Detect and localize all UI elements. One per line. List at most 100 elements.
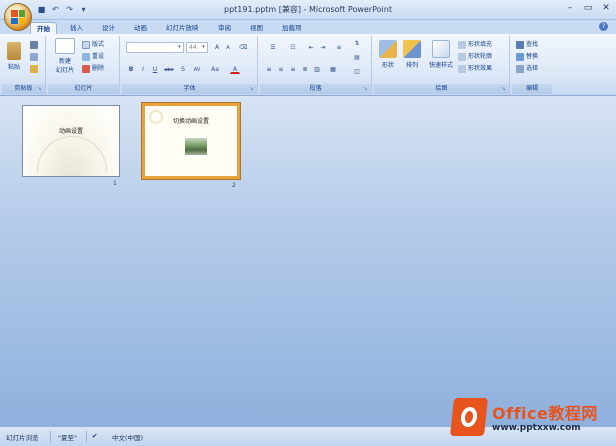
- strikethrough-button[interactable]: abe: [162, 64, 176, 74]
- shrink-font-button[interactable]: A: [223, 42, 233, 52]
- char-spacing-button[interactable]: AV: [190, 64, 204, 74]
- shapes-button[interactable]: 形状: [378, 40, 398, 69]
- italic-button[interactable]: I: [138, 64, 148, 74]
- arrange-icon: [403, 40, 421, 58]
- group-label-font: 字体: [122, 84, 257, 94]
- tab-view[interactable]: 视图: [244, 22, 269, 34]
- align-left-icon[interactable]: ≡: [264, 64, 274, 74]
- clear-format-icon[interactable]: ⌫: [238, 42, 248, 52]
- tab-addins[interactable]: 加载项: [276, 22, 308, 34]
- shape-outline-button[interactable]: 形状轮廓: [458, 52, 492, 62]
- layout-icon: [82, 40, 90, 49]
- outline-icon: [458, 52, 466, 61]
- columns-icon[interactable]: ▦: [326, 64, 340, 74]
- new-slide-button[interactable]: 新建 幻灯片: [52, 38, 78, 74]
- increase-indent-icon[interactable]: ⇥: [318, 42, 328, 52]
- status-view: 幻灯片浏览: [6, 434, 39, 442]
- watermark: Office教程网 www.pptxxw.com: [450, 398, 612, 442]
- group-drawing: 形状 排列 快速样式 形状填充 形状轮廓 形状效果 绘图 ↘: [374, 36, 510, 94]
- justify-icon[interactable]: ≣: [300, 64, 310, 74]
- distribute-icon[interactable]: ▥: [312, 64, 322, 74]
- paragraph-launcher-icon[interactable]: ↘: [362, 86, 369, 93]
- group-label-paragraph: 段落: [260, 84, 371, 94]
- smartart-icon[interactable]: ◫: [352, 66, 362, 76]
- drawing-launcher-icon[interactable]: ↘: [500, 86, 507, 93]
- tab-insert[interactable]: 插入: [64, 22, 89, 34]
- slide-thumbnail-1[interactable]: 动画设置: [22, 105, 120, 177]
- font-color-button[interactable]: A: [230, 64, 240, 74]
- group-label-drawing: 绘图: [374, 84, 509, 94]
- binoculars-icon: [516, 40, 524, 49]
- text-direction-icon[interactable]: ⇅: [352, 38, 362, 48]
- bold-button[interactable]: B: [126, 64, 136, 74]
- close-icon[interactable]: ✕: [600, 2, 612, 14]
- office-watermark-logo-icon: [450, 398, 488, 436]
- bullets-icon[interactable]: ☰: [264, 42, 282, 52]
- shape-effects-button[interactable]: 形状效果: [458, 64, 492, 74]
- effects-icon: [458, 64, 466, 73]
- align-center-icon[interactable]: ≡: [276, 64, 286, 74]
- watermark-title: Office教程网: [492, 404, 598, 423]
- tab-design[interactable]: 设计: [96, 22, 121, 34]
- slide-title-2: 切换动画设置: [172, 118, 209, 125]
- slide-thumbnail-2[interactable]: 切换动画设置: [142, 103, 240, 179]
- title-bar: ■ ↶ ↷ ▾ ppt191.pptm [兼容] - Microsoft Pow…: [0, 0, 616, 20]
- line-spacing-icon[interactable]: ≡: [332, 42, 346, 52]
- group-label-editing: 编辑: [512, 84, 552, 94]
- find-button[interactable]: 查找: [516, 40, 538, 50]
- tab-slideshow[interactable]: 幻灯片放映: [160, 22, 205, 34]
- status-theme: "夏至": [58, 434, 77, 442]
- slide-sorter-area[interactable]: 动画设置 1 切换动画设置 2: [0, 96, 616, 426]
- minimize-icon[interactable]: –: [564, 2, 576, 14]
- ribbon: 粘贴 剪贴板 ↘ 新建 幻灯片 版式 重设 删除 幻灯片 ▾ 44 ▾ A A ⌫…: [0, 34, 616, 96]
- reset-button[interactable]: 重设: [82, 52, 104, 62]
- clipboard-icon: [7, 42, 21, 60]
- grow-font-button[interactable]: A: [212, 42, 222, 52]
- scissors-icon: [30, 40, 38, 49]
- tab-home[interactable]: 开始: [30, 22, 57, 34]
- cut-button[interactable]: [30, 40, 40, 50]
- format-painter-button[interactable]: [30, 64, 40, 74]
- layout-button[interactable]: 版式: [82, 40, 104, 50]
- office-button[interactable]: [4, 3, 32, 31]
- copy-button[interactable]: [30, 52, 40, 62]
- window-title: ppt191.pptm [兼容] - Microsoft PowerPoint: [224, 5, 392, 14]
- fill-icon: [458, 40, 466, 49]
- underline-button[interactable]: U: [150, 64, 160, 74]
- slide-title-1: 动画设置: [58, 128, 83, 135]
- quick-styles-button[interactable]: 快速样式: [426, 40, 456, 69]
- tab-animations[interactable]: 动画: [128, 22, 153, 34]
- slide-number-1: 1: [113, 180, 117, 187]
- replace-button[interactable]: 替换: [516, 52, 538, 62]
- align-text-icon[interactable]: ▤: [352, 52, 362, 62]
- decrease-indent-icon[interactable]: ⇤: [306, 42, 316, 52]
- fan-decoration: [37, 136, 107, 172]
- new-slide-icon: [55, 38, 75, 54]
- dropdown-icon: ▾: [178, 44, 181, 50]
- replace-icon: [516, 52, 524, 61]
- tab-review[interactable]: 审阅: [212, 22, 237, 34]
- status-separator: [86, 431, 87, 443]
- paste-button[interactable]: 粘贴: [5, 42, 23, 71]
- group-font: ▾ 44 ▾ A A ⌫ B I U abe S AV Aa A 字体 ↘: [122, 36, 258, 94]
- font-size-combo[interactable]: 44 ▾: [186, 42, 208, 53]
- watermark-url: www.pptxxw.com: [492, 423, 581, 433]
- align-right-icon[interactable]: ≡: [288, 64, 298, 74]
- change-case-button[interactable]: Aa: [208, 64, 222, 74]
- shadow-button[interactable]: S: [178, 64, 188, 74]
- spellcheck-icon[interactable]: ✔: [92, 432, 97, 440]
- font-launcher-icon[interactable]: ↘: [248, 86, 255, 93]
- arrange-button[interactable]: 排列: [402, 40, 422, 69]
- delete-slide-button[interactable]: 删除: [82, 64, 104, 74]
- clipboard-launcher-icon[interactable]: ↘: [36, 86, 43, 93]
- status-language: 中文(中国): [112, 434, 144, 442]
- font-name-combo[interactable]: ▾: [126, 42, 184, 53]
- shape-fill-button[interactable]: 形状填充: [458, 40, 492, 50]
- help-icon[interactable]: ?: [599, 22, 608, 31]
- reset-icon: [82, 52, 90, 61]
- restore-icon[interactable]: ▭: [582, 2, 594, 14]
- numbering-icon[interactable]: ☷: [284, 42, 302, 52]
- shapes-icon: [379, 40, 397, 58]
- select-button[interactable]: 选择: [516, 64, 538, 74]
- ribbon-tabs: 开始 插入 设计 动画 幻灯片放映 审阅 视图 加载项 ?: [0, 20, 616, 34]
